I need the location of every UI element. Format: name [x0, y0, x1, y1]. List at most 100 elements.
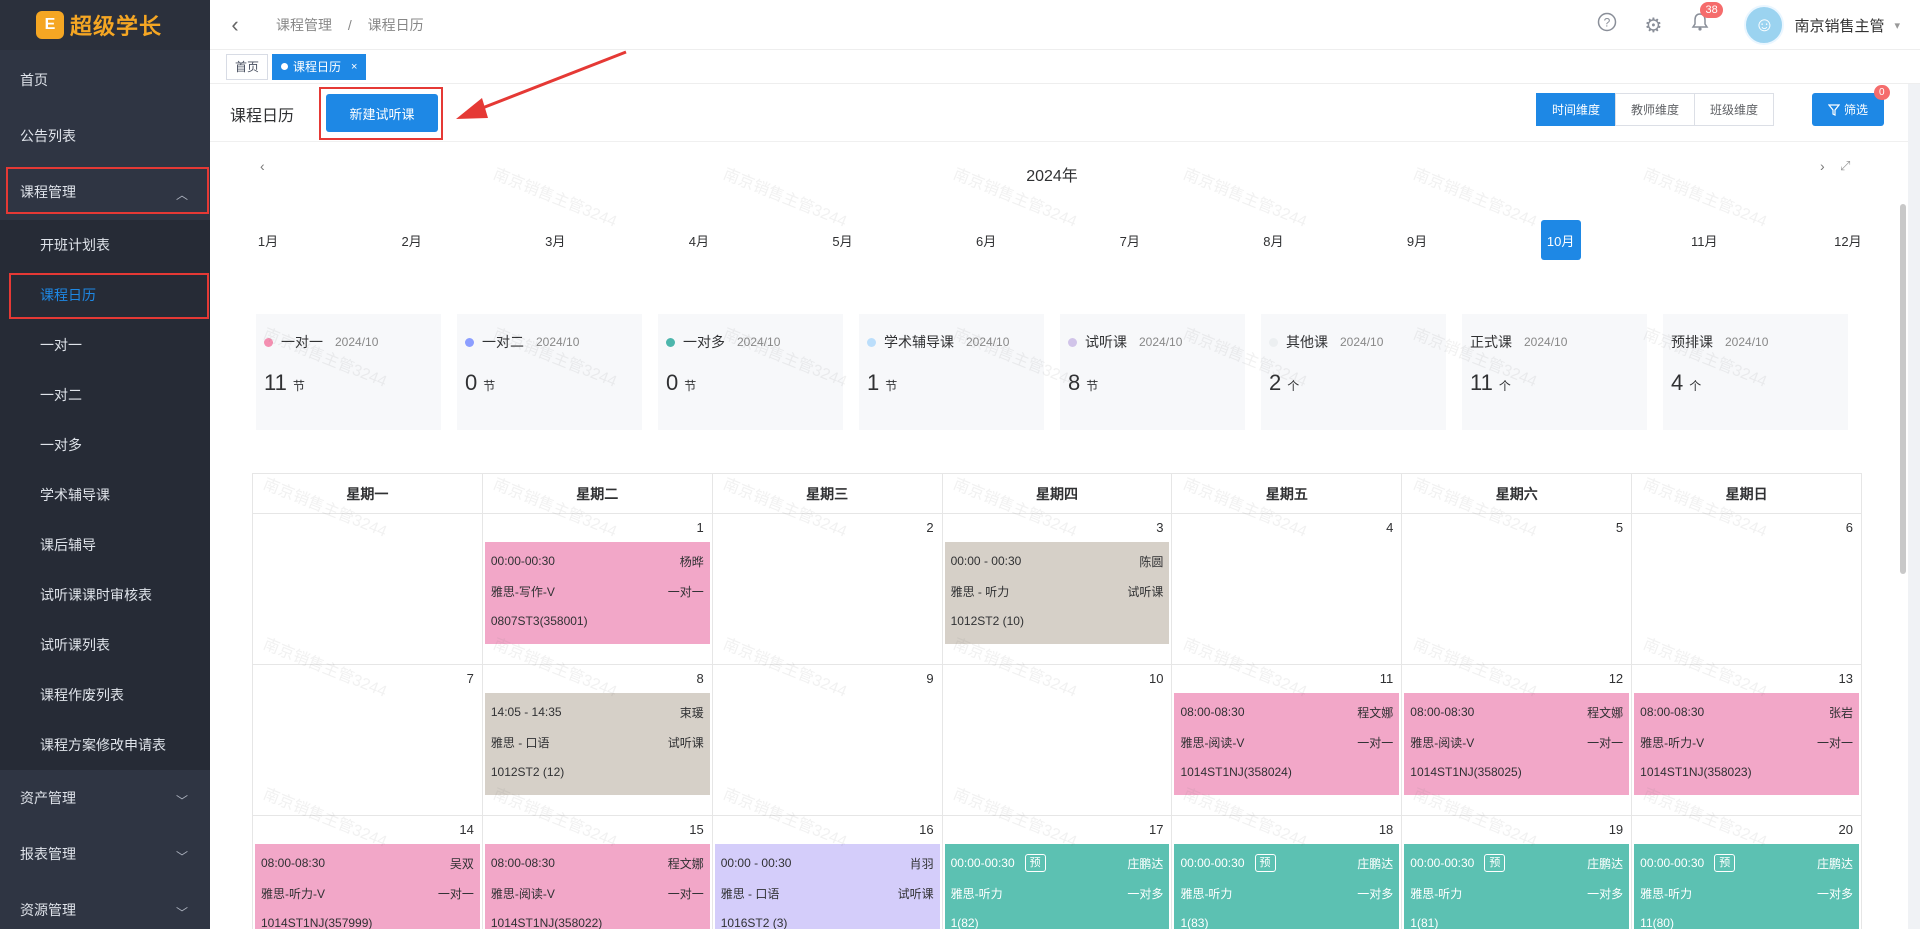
course-event[interactable]: 00:00-00:30 预 庄鹏达 雅思-听力 一对多 1(82) [944, 844, 1170, 929]
stat-header: 一对一 2024/10 [264, 332, 433, 352]
tab-home[interactable]: 首页 [226, 53, 269, 80]
course-event[interactable]: 08:00-08:30 程文娜 雅思-阅读-V 一对一 1014ST1NJ(3580… [1404, 693, 1630, 795]
month-2[interactable]: 2月 [392, 220, 432, 260]
sub-item-course-calendar[interactable]: 课程日历 [0, 270, 210, 320]
calendar-day-cell[interactable]: 1 00:00-00:30 杨晔 雅思-写作-V 一对一 0807ST3(35800… [482, 514, 713, 665]
stat-label: 学术辅导课 [884, 334, 954, 350]
calendar-day-cell[interactable]: 18 00:00-00:30 预 庄鹏达 雅思-听力 一对多 1(83) [1172, 816, 1403, 929]
month-1[interactable]: 1月 [248, 220, 288, 260]
new-trial-class-button[interactable]: 新建试听课 [326, 94, 438, 132]
tab-time-dimension[interactable]: 时间维度 [1536, 93, 1617, 126]
sidebar-item-announcements[interactable]: 公告列表 [0, 108, 210, 164]
bell-icon[interactable]: 38 [1690, 2, 1723, 38]
back-icon[interactable]: ‹ [210, 12, 260, 38]
sub-item-after-class[interactable]: 课后辅导 [0, 520, 210, 570]
course-event[interactable]: 00:00-00:30 杨晔 雅思-写作-V 一对一 0807ST3(358001) [484, 542, 710, 644]
course-event[interactable]: 00:00-00:30 预 庄鹏达 雅思-听力 一对多 11(80) [1634, 844, 1860, 929]
sidebar-item-reports[interactable]: 报表管理 ﹀ [0, 826, 210, 882]
event-code: 1014ST1NJ(358025) [1410, 765, 1522, 779]
gear-icon[interactable]: ⚙ [1645, 13, 1663, 38]
course-event[interactable]: 00:00 - 00:30 陈圆 雅思 - 听力 试听课 1012ST2 (10) [944, 542, 1170, 644]
day-number: 18 [1378, 822, 1394, 837]
sub-item-one-on-one[interactable]: 一对一 [0, 320, 210, 370]
course-event[interactable]: 00:00-00:30 预 庄鹏达 雅思-听力 一对多 1(81) [1404, 844, 1630, 929]
help-icon[interactable]: ? [1597, 12, 1617, 38]
sub-item-one-on-many[interactable]: 一对多 [0, 420, 210, 470]
month-4[interactable]: 4月 [679, 220, 719, 260]
stat-value-row: 11 个 [1470, 370, 1639, 396]
event-course: 雅思 - 口语 [720, 886, 780, 901]
sub-item-void-list[interactable]: 课程作废列表 [0, 670, 210, 720]
course-event[interactable]: 08:00-08:30 吴双 雅思-听力-V 一对一 1014ST1NJ(35799… [255, 844, 480, 929]
course-event[interactable]: 08:00-08:30 程文娜 雅思-阅读-V 一对一 1014ST1NJ(3580… [1174, 693, 1400, 795]
calendar-day-cell[interactable]: 9 [712, 665, 943, 816]
month-8[interactable]: 8月 [1253, 220, 1293, 260]
course-event[interactable]: 00:00-00:30 预 庄鹏达 雅思-听力 一对多 1(83) [1174, 844, 1400, 929]
stat-header: 正式课 2024/10 [1470, 332, 1639, 352]
stat-card: 预排课 2024/10 4个 [1663, 314, 1848, 430]
calendar-day-cell[interactable]: 4 [1172, 514, 1403, 665]
month-5[interactable]: 5月 [823, 220, 863, 260]
sidebar-item-resources[interactable]: 资源管理 ﹀ [0, 882, 210, 929]
sidebar-item-home[interactable]: 首页 [0, 52, 210, 108]
tab-course-calendar[interactable]: 课程日历 × [272, 53, 367, 80]
sub-item-one-on-two[interactable]: 一对二 [0, 370, 210, 420]
calendar-day-cell[interactable]: 16 00:00 - 00:30 肖羽 雅思 - 口语 试听课 1016ST2 (3… [713, 816, 943, 929]
month-10[interactable]: 10月 [1540, 220, 1581, 260]
calendar-day-cell[interactable]: 19 00:00-00:30 预 庄鹏达 雅思-听力 一对多 1(81) [1402, 816, 1633, 929]
sub-item-trial-list[interactable]: 试听课列表 [0, 620, 210, 670]
calendar-day-cell[interactable]: 8 14:05 - 14:35 束瑗 雅思 - 口语 试听课 1012ST2 (12… [482, 665, 713, 816]
stat-value: 1 [867, 370, 880, 395]
breadcrumb-item[interactable]: 课程管理 [276, 17, 332, 33]
calendar-day-cell[interactable]: 2 [712, 514, 943, 665]
month-9[interactable]: 9月 [1397, 220, 1437, 260]
event-teacher: 张岩 [1829, 705, 1854, 720]
calendar-day-cell[interactable]: 7 [253, 665, 483, 816]
avatar[interactable]: ☺ [1744, 5, 1785, 45]
calendar-day-cell[interactable]: 12 08:00-08:30 程文娜 雅思-阅读-V 一对一 1014ST1NJ(3… [1402, 665, 1633, 816]
calendar-day-cell[interactable]: 10 [942, 665, 1173, 816]
event-type: 试听课 [1127, 584, 1164, 599]
calendar-day-cell[interactable]: 15 08:00-08:30 程文娜 雅思-阅读-V 一对一 1014ST1NJ(3… [483, 816, 713, 929]
month-7[interactable]: 7月 [1110, 220, 1150, 260]
year-title: 2024年 [1026, 168, 1078, 185]
chevron-down-icon[interactable]: ▾ [1894, 19, 1900, 32]
month-3[interactable]: 3月 [535, 220, 575, 260]
user-name[interactable]: 南京销售主管 [1794, 15, 1884, 36]
stat-value-row: 1节 [867, 370, 1036, 396]
course-event[interactable]: 08:00-08:30 程文娜 雅思-阅读-V 一对一 1014ST1NJ(3580… [484, 844, 710, 929]
month-12[interactable]: 12月 [1828, 220, 1868, 260]
month-6[interactable]: 6月 [966, 220, 1006, 260]
calendar-day-cell[interactable] [253, 514, 483, 665]
calendar-day-cell[interactable]: 14 08:00-08:30 吴双 雅思-听力-V 一对一 1014ST1NJ(35… [253, 816, 483, 929]
fullscreen-icon[interactable]: ⤢ [1840, 158, 1850, 174]
calendar-day-cell[interactable]: 11 08:00-08:30 程文娜 雅思-阅读-V 一对一 1014ST1NJ(3… [1172, 665, 1403, 816]
tab-teacher-dimension[interactable]: 教师维度 [1615, 93, 1696, 126]
calendar-day-cell[interactable]: 3 00:00 - 00:30 陈圆 雅思 - 听力 试听课 1012ST2 (10… [942, 514, 1173, 665]
stat-header: 一对多 2024/10 [666, 332, 835, 352]
course-event[interactable]: 08:00-08:30 张岩 雅思-听力-V 一对一 1014ST1NJ(35802… [1634, 693, 1860, 795]
month-11[interactable]: 11月 [1684, 220, 1724, 260]
event-teacher: 程文娜 [1587, 705, 1624, 720]
sidebar-item-course-management[interactable]: 课程管理 ︿ [0, 164, 210, 220]
calendar-day-cell[interactable]: 6 [1632, 514, 1863, 665]
calendar-day-cell[interactable]: 13 08:00-08:30 张岩 雅思-听力-V 一对一 1014ST1NJ(35… [1632, 665, 1863, 816]
course-event[interactable]: 00:00 - 00:30 肖羽 雅思 - 口语 试听课 1016ST2 (3) [714, 844, 940, 929]
sub-item-plan-change[interactable]: 课程方案修改申请表 [0, 720, 210, 770]
sidebar-item-assets[interactable]: 资产管理 ﹀ [0, 770, 210, 826]
calendar-day-cell[interactable]: 5 [1402, 514, 1633, 665]
calendar-day-cell[interactable]: 17 00:00-00:30 预 庄鹏达 雅思-听力 一对多 1(82) [943, 816, 1173, 929]
sub-item-class-plan[interactable]: 开班计划表 [0, 220, 210, 270]
sub-item-trial-review[interactable]: 试听课课时审核表 [0, 570, 210, 620]
course-event[interactable]: 14:05 - 14:35 束瑗 雅思 - 口语 试听课 1012ST2 (12) [484, 693, 710, 795]
sidebar-item-label: 报表管理 [20, 846, 76, 862]
tab-class-dimension[interactable]: 班级维度 [1694, 93, 1775, 126]
filter-button[interactable]: 筛选 [1812, 93, 1884, 126]
scrollbar[interactable] [1900, 204, 1906, 574]
next-year-icon[interactable]: › [1820, 158, 1825, 174]
sub-item-academic-tutoring[interactable]: 学术辅导课 [0, 470, 210, 520]
tab-label: 首页 [235, 60, 260, 74]
stat-date: 2024/10 [335, 335, 379, 349]
close-icon[interactable]: × [351, 61, 357, 73]
calendar-day-cell[interactable]: 20 00:00-00:30 预 庄鹏达 雅思-听力 一对多 11(80) [1632, 816, 1863, 929]
